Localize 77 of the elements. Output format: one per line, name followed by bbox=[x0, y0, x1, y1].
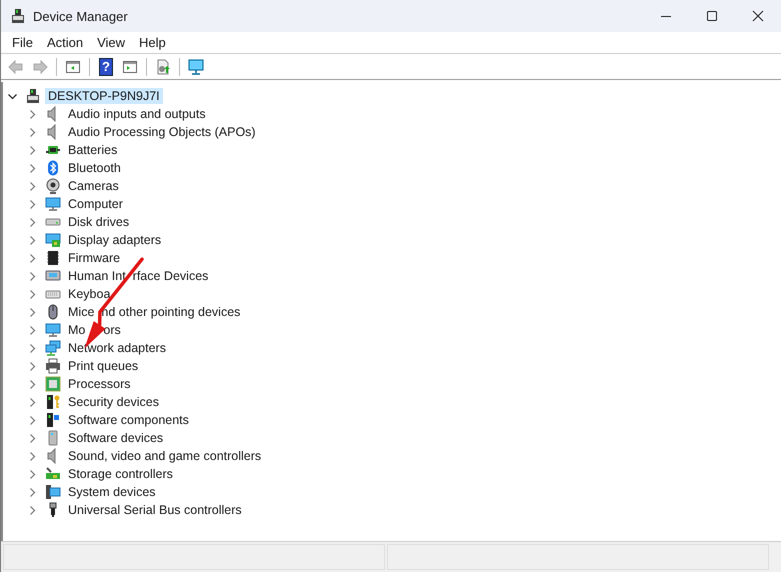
tree-item[interactable]: Security devices bbox=[65, 394, 162, 410]
tree-item[interactable]: Software components bbox=[65, 412, 192, 428]
tree-item-text[interactable]: Mice bbox=[68, 305, 94, 319]
chevron-right-icon[interactable] bbox=[27, 288, 38, 300]
window-icon bbox=[122, 58, 138, 74]
tree-item[interactable]: Universal Serial Bus controllers bbox=[65, 502, 245, 518]
tree-item[interactable]: Bluetooth bbox=[65, 160, 124, 176]
tree-item-text[interactable]: Human Int bbox=[68, 269, 126, 283]
tree-item[interactable]: Software devices bbox=[65, 430, 166, 446]
maximize-icon bbox=[706, 10, 718, 22]
tree-item[interactable]: Sound, video and game controllers bbox=[65, 448, 264, 464]
device-icon bbox=[10, 8, 26, 24]
chevron-right-icon[interactable] bbox=[27, 450, 38, 462]
tree-item[interactable]: Audio Processing Objects (APOs) bbox=[65, 124, 259, 140]
computer-icon bbox=[45, 484, 61, 500]
chevron-right-icon[interactable] bbox=[27, 468, 38, 480]
menu-item[interactable]: File bbox=[5, 35, 40, 50]
chevron-right-icon[interactable] bbox=[27, 270, 38, 282]
back-arrow-icon bbox=[8, 58, 24, 74]
key-icon bbox=[45, 394, 61, 410]
tree-item[interactable]: Batteries bbox=[65, 142, 120, 158]
display-card-icon bbox=[45, 232, 61, 248]
tree-item-text[interactable]: Mo bbox=[68, 323, 86, 337]
tree-item[interactable]: Storage controllers bbox=[65, 466, 176, 482]
tree-item[interactable]: Cameras bbox=[65, 178, 122, 194]
network-icon bbox=[45, 340, 61, 356]
menu-item[interactable]: Help bbox=[132, 35, 173, 50]
window-title: Device Manager bbox=[33, 8, 128, 24]
tree-item[interactable]: DESKTOP-P9N9J7I bbox=[45, 88, 163, 104]
chevron-right-icon[interactable] bbox=[27, 432, 38, 444]
chevron-right-icon[interactable] bbox=[27, 216, 38, 228]
chevron-right-icon[interactable] bbox=[27, 504, 38, 516]
tree-item-text[interactable]: Keyboa bbox=[68, 287, 110, 301]
tree-item[interactable]: Network adapters bbox=[65, 340, 169, 356]
tree-item[interactable]: Computer bbox=[65, 196, 126, 212]
chevron-right-icon[interactable] bbox=[27, 180, 38, 192]
storage-icon bbox=[45, 466, 61, 482]
tree-item[interactable]: Audio inputs and outputs bbox=[65, 106, 209, 122]
tree-item-text[interactable]: rface Devices bbox=[132, 269, 208, 283]
tree-item[interactable]: Disk drives bbox=[65, 214, 132, 230]
tree-item[interactable]: Firmware bbox=[65, 250, 124, 266]
window-icon bbox=[65, 58, 81, 74]
chevron-right-icon[interactable] bbox=[27, 144, 38, 156]
drive-icon bbox=[45, 218, 61, 226]
chip-icon bbox=[45, 376, 61, 392]
tree-item[interactable]: Display adapters bbox=[65, 232, 164, 248]
tree-item[interactable]: System devices bbox=[65, 484, 159, 500]
chevron-right-icon[interactable] bbox=[27, 396, 38, 408]
chevron-right-icon[interactable] bbox=[27, 324, 38, 336]
tree-item[interactable]: Processors bbox=[65, 376, 134, 392]
close-icon bbox=[752, 10, 764, 22]
printer-icon bbox=[45, 358, 61, 374]
chevron-right-icon[interactable] bbox=[27, 306, 38, 318]
chevron-right-icon[interactable] bbox=[27, 414, 38, 426]
chevron-right-icon[interactable] bbox=[27, 198, 38, 210]
tree-item-text[interactable]: nd other pointing devices bbox=[101, 305, 240, 319]
chevron-right-icon[interactable] bbox=[27, 234, 38, 246]
chevron-right-icon[interactable] bbox=[27, 360, 38, 372]
chip-icon bbox=[45, 250, 61, 266]
help-button[interactable]: ? bbox=[99, 58, 113, 76]
camera-icon bbox=[45, 178, 61, 194]
chevron-right-icon[interactable] bbox=[27, 486, 38, 498]
chevron-right-icon[interactable] bbox=[27, 342, 38, 354]
tree-item-text[interactable]: ors bbox=[103, 323, 121, 337]
chevron-right-icon[interactable] bbox=[27, 378, 38, 390]
computer-icon bbox=[25, 88, 41, 104]
chevron-right-icon[interactable] bbox=[27, 108, 38, 120]
monitor-icon bbox=[45, 322, 61, 338]
tree-item[interactable]: Print queues bbox=[65, 358, 142, 374]
forward-arrow-icon bbox=[32, 58, 48, 74]
bluetooth-icon bbox=[45, 160, 61, 176]
monitor-icon bbox=[45, 196, 61, 212]
chevron-right-icon[interactable] bbox=[27, 162, 38, 174]
chevron-right-icon[interactable] bbox=[27, 126, 38, 138]
menu-item[interactable]: View bbox=[90, 35, 132, 50]
chevron-right-icon[interactable] bbox=[27, 252, 38, 264]
menu-item[interactable]: Action bbox=[40, 35, 90, 50]
